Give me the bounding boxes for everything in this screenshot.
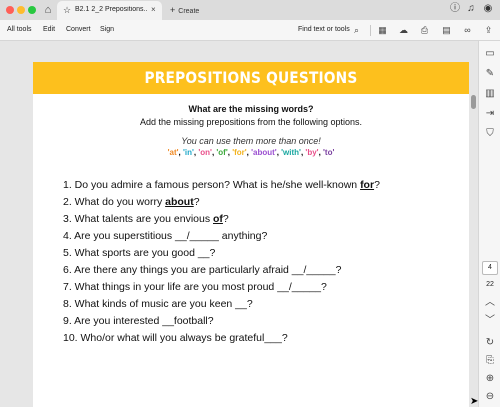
- question-text: 1. Do you admire a famous person? What i…: [63, 179, 361, 191]
- tab-close-icon[interactable]: ×: [151, 5, 156, 14]
- new-tab-label: Create: [178, 8, 200, 15]
- question-item: 6. Are there any things you are particul…: [63, 264, 463, 281]
- rotate-icon[interactable]: ↻: [483, 336, 497, 350]
- question-item: 3. What talents are you envious of?: [63, 213, 463, 230]
- minimize-window-button[interactable]: [17, 6, 25, 14]
- question-item: 10. Who/or what will you always be grate…: [63, 332, 463, 349]
- title-banner: PREPOSITIONS QUESTIONS: [33, 62, 469, 94]
- option-2: 'on': [198, 148, 212, 157]
- worksheet-heading: What are the missing words?: [188, 104, 314, 114]
- scrollbar-thumb[interactable]: [471, 95, 476, 109]
- question-text: 10. Who/or what will you always be grate…: [63, 332, 288, 344]
- option-6: 'with': [281, 148, 301, 157]
- layout-icon[interactable]: ▦: [376, 24, 389, 37]
- option-4: 'for': [232, 148, 247, 157]
- menu-edit[interactable]: Edit: [43, 26, 55, 33]
- zoom-out-icon[interactable]: ⊖: [483, 390, 497, 404]
- question-text: 6. Are there any things you are particul…: [63, 264, 342, 276]
- tab-title: B2.1 2_2 Prepositions...: [75, 6, 147, 13]
- print-icon[interactable]: ▤: [440, 24, 453, 37]
- save-icon[interactable]: ⎙: [418, 24, 431, 37]
- chevron-down-icon[interactable]: ﹀: [483, 314, 497, 328]
- account-icon[interactable]: ◉: [482, 3, 494, 15]
- filled-answer: of: [213, 213, 223, 225]
- option-5: 'about': [251, 148, 277, 157]
- document-viewport[interactable]: PREPOSITIONS QUESTIONS What are the miss…: [0, 41, 478, 407]
- option-0: 'at': [167, 148, 179, 157]
- question-item: 2. What do you worry about?: [63, 196, 463, 213]
- question-item: 4. Are you superstitious __/_____ anythi…: [63, 230, 463, 247]
- worksheet-instructions: Add the missing prepositions from the fo…: [139, 117, 363, 127]
- question-text: 7. What things in your life are you most…: [63, 281, 327, 293]
- question-text: 8. What kinds of music are you keen __?: [63, 298, 253, 310]
- question-end: ?: [222, 213, 229, 225]
- question-text: 2. What do you worry: [63, 196, 166, 208]
- option-1: 'in': [182, 148, 194, 157]
- notifications-icon[interactable]: ♫: [465, 3, 477, 15]
- toolbar-divider: [370, 25, 371, 36]
- menu-sign[interactable]: Sign: [100, 26, 114, 33]
- pdf-page: PREPOSITIONS QUESTIONS What are the miss…: [33, 62, 469, 407]
- page-fit-icon[interactable]: ⎘: [483, 354, 497, 368]
- title-bar: ⌂ ☆ B2.1 2_2 Prepositions... × + Create ⓘ…: [0, 0, 500, 20]
- search-icon[interactable]: ⌕: [350, 24, 363, 37]
- share-icon[interactable]: ⇪: [482, 24, 495, 37]
- current-page-field[interactable]: 4: [482, 261, 498, 275]
- question-text: 5. What sports are you good __?: [63, 247, 216, 259]
- new-tab-button[interactable]: + Create: [170, 5, 199, 15]
- chevron-up-icon[interactable]: ︿: [483, 296, 497, 310]
- option-3: 'of': [216, 148, 228, 157]
- question-list: 1. Do you admire a famous person? What i…: [63, 179, 463, 349]
- mouse-cursor-icon: ➤: [470, 396, 479, 407]
- toolbar: All tools Edit Convert Sign Find text or…: [0, 20, 500, 41]
- option-7: 'by': [305, 148, 319, 157]
- menu-all-tools[interactable]: All tools: [7, 26, 32, 33]
- filled-answer: for: [360, 179, 375, 191]
- maximize-window-button[interactable]: [28, 6, 36, 14]
- preposition-options: 'at', 'in', 'on', 'of', 'for', 'about', …: [167, 148, 335, 157]
- vertical-scrollbar[interactable]: [469, 41, 478, 407]
- close-window-button[interactable]: [6, 6, 14, 14]
- plus-icon: +: [170, 5, 176, 15]
- right-rail: ▭ ✎ ▥ ⇥ ⛉ 4 22 ︿ ﹀ ↻ ⎘ ⊕ ⊖: [478, 41, 500, 407]
- find-text-or-tools[interactable]: Find text or tools: [298, 26, 350, 33]
- question-item: 1. Do you admire a famous person? What i…: [63, 179, 463, 196]
- document-tab[interactable]: ☆ B2.1 2_2 Prepositions... ×: [57, 1, 162, 20]
- worksheet-note: You can use them more than once!: [181, 136, 321, 146]
- filled-answer: about: [165, 196, 194, 208]
- bookmark-icon[interactable]: ⛉: [483, 127, 497, 141]
- help-icon[interactable]: ⓘ: [449, 3, 461, 15]
- question-end: ?: [374, 179, 380, 191]
- comment-icon[interactable]: ▭: [483, 47, 497, 61]
- cloud-upload-icon[interactable]: ☁: [397, 24, 410, 37]
- home-icon[interactable]: ⌂: [41, 3, 55, 17]
- find-label: Find text or tools: [298, 26, 350, 33]
- total-pages: 22: [486, 281, 494, 288]
- link-icon[interactable]: ∞: [461, 24, 474, 37]
- organize-pages-icon[interactable]: ▥: [483, 87, 497, 101]
- question-item: 9. Are you interested __football?: [63, 315, 463, 332]
- star-icon[interactable]: ☆: [63, 5, 71, 15]
- export-icon[interactable]: ⇥: [483, 107, 497, 121]
- question-text: 9. Are you interested __football?: [63, 315, 214, 327]
- question-item: 7. What things in your life are you most…: [63, 281, 463, 298]
- question-text: 4. Are you superstitious __/_____ anythi…: [63, 230, 268, 242]
- menu-convert[interactable]: Convert: [66, 26, 91, 33]
- zoom-in-icon[interactable]: ⊕: [483, 372, 497, 386]
- option-8: 'to': [323, 148, 335, 157]
- question-item: 8. What kinds of music are you keen __?: [63, 298, 463, 315]
- question-item: 5. What sports are you good __?: [63, 247, 463, 264]
- edit-pdf-icon[interactable]: ✎: [483, 67, 497, 81]
- question-end: ?: [193, 196, 200, 208]
- banner-title: PREPOSITIONS QUESTIONS: [144, 68, 358, 87]
- question-text: 3. What talents are you envious: [63, 213, 213, 225]
